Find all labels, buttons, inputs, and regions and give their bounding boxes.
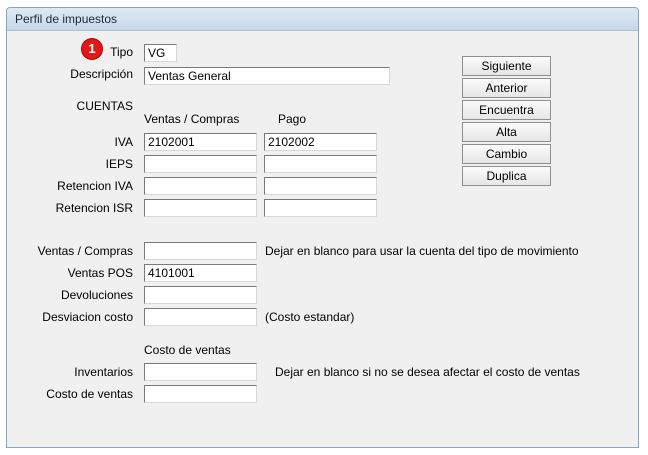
- ventas-pos-field[interactable]: 4101001: [144, 264, 257, 282]
- cuentas-heading: CUENTAS: [76, 99, 133, 113]
- costo-de-ventas-field[interactable]: [144, 385, 257, 403]
- tipo-label: Tipo: [110, 45, 133, 59]
- tipo-field[interactable]: VG: [144, 44, 177, 62]
- window-title: Perfil de impuestos: [15, 12, 118, 26]
- ieps-ventas-field[interactable]: [144, 155, 257, 173]
- tax-profile-window: Perfil de impuestos 1 Tipo VG Descripció…: [6, 7, 639, 448]
- anterior-button[interactable]: Anterior: [462, 78, 551, 98]
- retencion-iva-pago-field[interactable]: [264, 177, 377, 195]
- alta-button[interactable]: Alta: [462, 122, 551, 142]
- ventas-pos-label: Ventas POS: [67, 266, 133, 280]
- ieps-pago-field[interactable]: [264, 155, 377, 173]
- descripcion-field[interactable]: Ventas General: [144, 67, 390, 85]
- iva-pago-field[interactable]: 2102002: [264, 133, 377, 151]
- retencion-iva-label: Retencion IVA: [57, 179, 133, 193]
- retencion-iva-ventas-field[interactable]: [144, 177, 257, 195]
- descripcion-label: Descripción: [70, 67, 133, 81]
- cambio-button[interactable]: Cambio: [462, 144, 551, 164]
- encuentra-button[interactable]: Encuentra: [462, 100, 551, 120]
- col-pago: Pago: [278, 112, 307, 126]
- inventarios-note: Dejar en blanco si no se desea afectar e…: [275, 365, 580, 379]
- inventarios-field[interactable]: [144, 363, 257, 381]
- desviacion-costo-label: Desviacion costo: [42, 310, 133, 324]
- devoluciones-field[interactable]: [144, 286, 257, 304]
- title-bar: Perfil de impuestos: [7, 8, 638, 31]
- iva-ventas-field[interactable]: 2102001: [144, 133, 257, 151]
- devoluciones-label: Devoluciones: [60, 288, 133, 302]
- ventas-compras-field[interactable]: [144, 242, 257, 260]
- ieps-label: IEPS: [105, 157, 133, 171]
- retencion-isr-ventas-field[interactable]: [144, 199, 257, 217]
- ventas-compras-note: Dejar en blanco para usar la cuenta del …: [265, 244, 579, 258]
- retencion-isr-label: Retencion ISR: [55, 201, 133, 215]
- desviacion-costo-note: (Costo estandar): [265, 310, 355, 324]
- col-ventas-compras: Ventas / Compras: [144, 112, 240, 126]
- costo-de-ventas-label: Costo de ventas: [46, 387, 133, 401]
- retencion-isr-pago-field[interactable]: [264, 199, 377, 217]
- ventas-compras-label: Ventas / Compras: [37, 244, 133, 258]
- inventarios-label: Inventarios: [74, 365, 133, 379]
- costo-ventas-heading: Costo de ventas: [144, 343, 231, 357]
- desviacion-costo-field[interactable]: [144, 308, 257, 326]
- siguiente-button[interactable]: Siguiente: [462, 56, 551, 76]
- iva-label: IVA: [114, 135, 133, 149]
- duplica-button[interactable]: Duplica: [462, 166, 551, 186]
